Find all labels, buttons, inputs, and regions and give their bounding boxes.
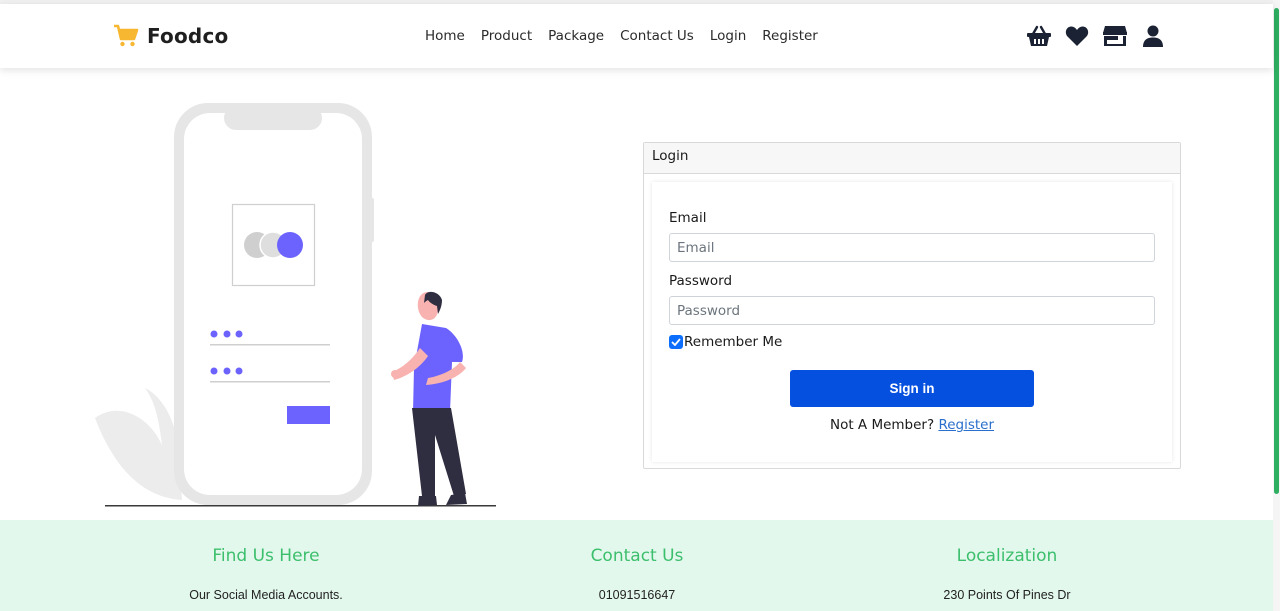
footer-address: 230 Points Of Pines Dr <box>943 588 1071 602</box>
footer: Find Us Here Our Social Media Accounts. … <box>0 520 1273 611</box>
login-card: Login Email Password Remember Me Sign in… <box>643 142 1181 469</box>
login-illustration <box>95 103 496 507</box>
email-input[interactable] <box>669 233 1155 262</box>
circle-3 <box>277 232 303 258</box>
password-label: Password <box>669 273 733 289</box>
footer-localization-title: Localization <box>956 546 1058 566</box>
phone-button <box>368 198 374 242</box>
register-prompt: Not A Member? Register <box>652 417 1172 433</box>
brand[interactable]: Foodco <box>113 22 228 50</box>
not-member-text: Not A Member? <box>829 417 935 433</box>
login-card-header: Login <box>644 143 1180 174</box>
brand-name: Foodco <box>147 24 229 48</box>
remember-me-checkbox[interactable] <box>669 335 683 349</box>
password-input[interactable] <box>669 296 1155 325</box>
remember-me-label[interactable]: Remember Me <box>684 334 782 350</box>
footer-find-us-title: Find Us Here <box>212 546 320 566</box>
footer-find-us: Find Us Here Our Social Media Accounts. <box>116 520 416 603</box>
nav-package[interactable]: Package <box>540 25 612 47</box>
footer-contact-title: Contact Us <box>590 546 684 566</box>
nav-contact-us[interactable]: Contact Us <box>612 25 702 47</box>
footer-contact: Contact Us 01091516647 <box>487 520 787 603</box>
nav-product[interactable]: Product <box>473 25 540 47</box>
nav-home[interactable]: Home <box>417 25 473 47</box>
screen-button <box>287 406 330 424</box>
basket-icon[interactable] <box>1026 23 1052 49</box>
footer-localization: Localization 230 Points Of Pines Dr <box>857 520 1157 603</box>
person-legs <box>412 408 466 496</box>
phone-screen <box>184 113 362 495</box>
scrollbar-thumb[interactable] <box>1274 8 1279 494</box>
check-icon <box>671 338 681 346</box>
login-form: Email Password Remember Me Sign in Not A… <box>652 182 1172 462</box>
nav-icons <box>1026 23 1166 49</box>
nav-links: Home Product Package Contact Us Login Re… <box>417 25 826 47</box>
cart-icon <box>114 24 139 47</box>
footer-phone[interactable]: 01091516647 <box>487 587 787 603</box>
phone-notch <box>224 106 322 130</box>
heart-icon[interactable] <box>1064 23 1090 49</box>
sign-in-button[interactable]: Sign in <box>790 370 1034 407</box>
email-label: Email <box>669 210 707 226</box>
navbar: Foodco Home Product Package Contact Us L… <box>0 4 1273 68</box>
user-icon[interactable] <box>1140 23 1166 49</box>
nav-register[interactable]: Register <box>754 25 826 47</box>
leaf-shape <box>95 388 182 500</box>
store-icon[interactable] <box>1102 23 1128 49</box>
nav-login[interactable]: Login <box>702 25 754 47</box>
footer-social-text[interactable]: Our Social Media Accounts. <box>116 587 416 603</box>
register-link[interactable]: Register <box>938 417 994 433</box>
remember-me: Remember Me <box>669 334 782 350</box>
ground-line <box>105 505 496 507</box>
